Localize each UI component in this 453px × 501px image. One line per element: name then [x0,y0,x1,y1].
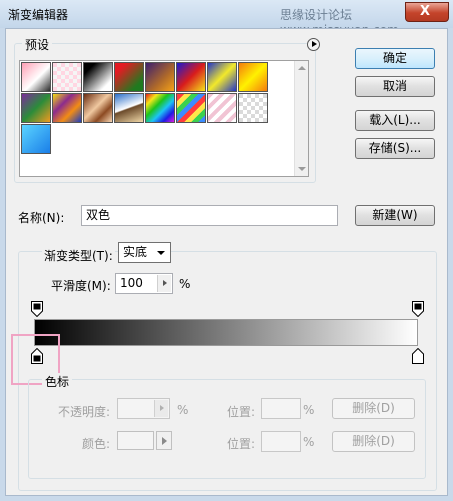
opacity-location-input[interactable] [261,398,301,419]
load-button[interactable]: 载入(L)... [355,110,435,131]
window-title: 渐变编辑器 [8,8,69,22]
color-location-unit: % [303,435,315,449]
flyout-arrow-icon [312,41,317,47]
preset-swatch-violet-green-orange[interactable] [21,93,51,123]
preset-swatch-transparent-stripes[interactable] [207,93,237,123]
new-button[interactable]: 新建(W) [355,205,435,226]
presets-menu-button[interactable] [307,38,320,51]
name-label: 名称(N): [18,211,65,225]
preset-swatch-blue-yellow-blue[interactable] [207,62,237,92]
presets-legend: 预设 [22,36,53,53]
name-input[interactable]: 双色 [81,205,338,226]
gradient-type-select[interactable]: 实底 [118,242,171,263]
gradient-preview-bar[interactable] [34,319,418,346]
arrow-right-icon [162,437,167,445]
color-label: 颜色: [82,437,111,451]
preset-swatch-neutral-density[interactable] [238,93,268,123]
preset-swatch-yellow-violet-orange-blue[interactable] [52,93,82,123]
preset-swatch-foreground-to-transparent[interactable] [52,62,82,92]
stops-group [28,379,426,479]
preset-swatch-black-white[interactable] [83,62,113,92]
preset-swatch-orange-yellow-orange[interactable] [238,62,268,92]
arrow-right-icon [160,405,164,411]
smoothness-value: 100 [120,276,143,290]
scroll-up-icon[interactable] [298,66,306,70]
color-stop-right[interactable] [412,348,424,364]
opacity-stop-left[interactable] [31,301,43,317]
color-delete-button[interactable]: 删除(D) [332,431,415,452]
smoothness-label: 平滑度(M): [51,279,111,293]
presets-list [19,60,309,177]
cancel-button[interactable]: 取消 [355,76,435,97]
gradient-type-label: 渐变类型(T): [42,247,115,264]
color-well[interactable] [117,431,154,450]
smoothness-input[interactable]: 100 [115,273,173,294]
opacity-stop-right[interactable] [412,301,424,317]
preset-swatch-transparent-rainbow[interactable] [176,93,206,123]
chevron-down-icon [157,251,165,255]
opacity-label: 不透明度: [58,405,111,419]
preset-swatch-chrome[interactable] [114,93,144,123]
opacity-delete-button[interactable]: 删除(D) [332,398,415,419]
title-bar: 渐变编辑器 思缘设计论坛 www.missyuan.com X [0,0,453,37]
close-button[interactable]: X [405,2,449,22]
preset-swatch-cyan-blue[interactable] [21,124,51,154]
dialog-body: 预设 确定 取消 载入(L)... 存储(S)... 名称(N): 双色 新建(… [5,28,448,496]
save-button[interactable]: 存储(S)... [355,138,435,159]
stops-legend: 色标 [42,373,73,390]
close-icon: X [420,4,431,19]
opacity-input[interactable] [117,398,170,419]
color-location-label: 位置: [227,437,256,451]
smoothness-flyout-button[interactable] [157,275,171,292]
preset-swatch-spectrum[interactable] [145,93,175,123]
gradient-type-value: 实底 [123,245,148,259]
preset-swatch-foreground-to-background[interactable] [21,62,51,92]
opacity-flyout-button[interactable] [154,400,168,417]
ok-button[interactable]: 确定 [355,48,435,69]
preset-swatch-violet-orange[interactable] [145,62,175,92]
scroll-down-icon[interactable] [298,167,306,171]
color-location-input[interactable] [261,431,301,452]
opacity-location-label: 位置: [227,405,256,419]
smoothness-unit: % [179,277,191,291]
arrow-right-icon [163,280,167,286]
color-flyout-button[interactable] [156,431,172,450]
opacity-unit: % [177,403,189,417]
opacity-location-unit: % [303,403,315,417]
presets-scrollbar[interactable] [294,61,308,176]
preset-swatch-red-green[interactable] [114,62,144,92]
preset-swatch-copper[interactable] [83,93,113,123]
preset-swatch-blue-red-yellow[interactable] [176,62,206,92]
